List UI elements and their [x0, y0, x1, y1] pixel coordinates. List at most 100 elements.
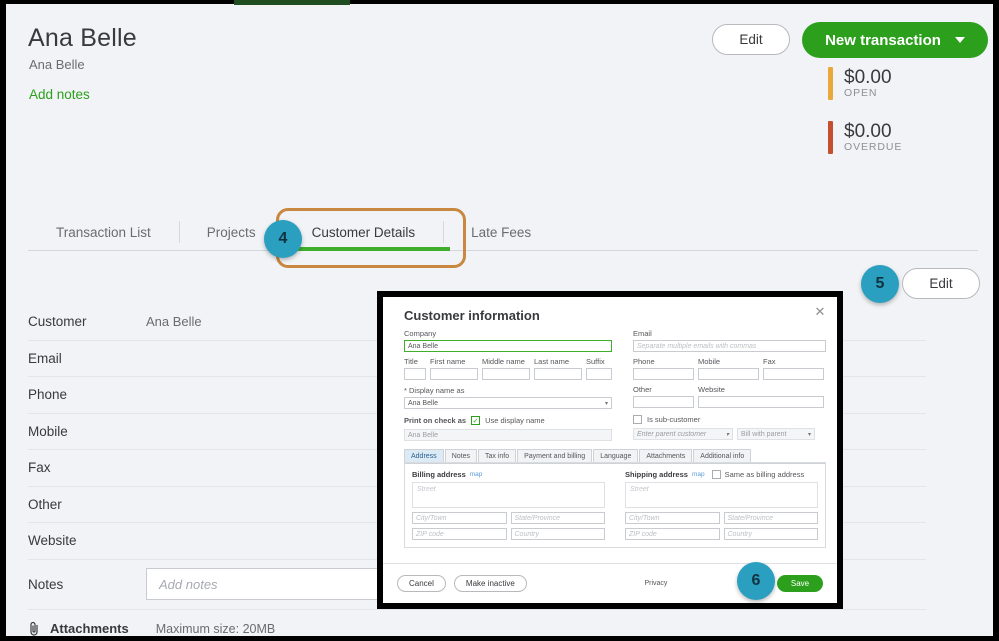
tab-transaction-list[interactable]: Transaction List — [28, 214, 179, 250]
middle-name-input[interactable] — [482, 368, 530, 380]
overdue-color-bar — [828, 121, 833, 154]
save-button[interactable]: Save — [777, 575, 823, 592]
mobile-input[interactable] — [698, 368, 759, 380]
modal-tab-attachments[interactable]: Attachments — [639, 449, 693, 463]
modal-tab-label: Language — [600, 453, 632, 460]
shipping-address-heading: Shipping address — [625, 470, 688, 479]
shipping-state-input[interactable]: State/Province — [723, 512, 818, 524]
shipping-street-input[interactable]: Street — [625, 482, 818, 508]
cancel-button[interactable]: Cancel — [397, 575, 446, 592]
last-name-input[interactable] — [534, 368, 582, 380]
display-name-select[interactable]: Ana Belle ▾ — [404, 397, 612, 409]
is-sub-customer-label: Is sub-customer — [647, 415, 701, 424]
notes-input[interactable]: Add notes — [146, 568, 408, 600]
website-label: Website — [698, 385, 725, 394]
billing-street-input[interactable]: Street — [412, 482, 605, 508]
shipping-zip-placeholder: ZIP code — [629, 530, 657, 538]
print-on-check-value: Ana Belle — [408, 431, 438, 439]
parent-customer-row: Enter parent customer ▾ Bill with parent… — [633, 428, 826, 440]
tab-label: Late Fees — [471, 224, 532, 240]
modal-tab-language[interactable]: Language — [593, 449, 639, 463]
modal-left-column: Company Ana Belle Title First name Middl… — [404, 329, 612, 441]
billing-address-group: Billing address map Street City/Town Sta… — [412, 470, 605, 540]
tab-label: Customer Details — [311, 224, 416, 240]
open-label: OPEN — [844, 87, 878, 100]
overdue-amount: $0.00 — [844, 120, 892, 142]
close-icon[interactable]: ✕ — [813, 304, 827, 319]
add-notes-link[interactable]: Add notes — [29, 87, 90, 102]
same-as-billing-label: Same as billing address — [724, 470, 805, 479]
other-input[interactable] — [633, 396, 694, 408]
title-label: Title — [404, 357, 418, 366]
detail-label: Email — [28, 350, 62, 366]
attachments-max-size: Maximum size: 20MB — [155, 621, 276, 636]
cancel-label: Cancel — [409, 579, 434, 588]
is-sub-customer-row: Is sub-customer — [633, 415, 826, 424]
shipping-country-input[interactable]: Country — [723, 528, 818, 540]
badge-number: 5 — [875, 275, 885, 292]
other-label: Other — [633, 385, 652, 394]
header-edit-button[interactable]: Edit — [712, 24, 790, 55]
modal-tab-address[interactable]: Address — [404, 449, 444, 463]
print-on-check-input[interactable]: Ana Belle — [404, 429, 612, 441]
tab-late-fees[interactable]: Late Fees — [443, 214, 559, 250]
billing-map-link[interactable]: map — [470, 471, 483, 478]
details-edit-button[interactable]: Edit — [902, 268, 980, 299]
detail-label: Website — [28, 533, 77, 549]
billing-zip-input[interactable]: ZIP code — [412, 528, 507, 540]
parent-customer-select[interactable]: Enter parent customer ▾ — [633, 428, 733, 440]
email-input[interactable]: Separate multiple emails with commas — [633, 340, 826, 352]
email-placeholder: Separate multiple emails with commas — [637, 342, 757, 350]
shipping-city-placeholder: City/Town — [629, 514, 660, 522]
phone-label: Phone — [633, 357, 655, 366]
website-input[interactable] — [698, 396, 824, 408]
suffix-input[interactable] — [586, 368, 612, 380]
display-name-label: * Display name as — [404, 386, 465, 395]
company-input[interactable]: Ana Belle — [404, 340, 612, 352]
is-sub-customer-checkbox[interactable] — [633, 415, 642, 424]
modal-tab-payment-and-billing[interactable]: Payment and billing — [517, 449, 593, 463]
privacy-link[interactable]: Privacy — [644, 580, 667, 587]
modal-tab-additional-info[interactable]: Additional info — [693, 449, 752, 463]
detail-value: Ana Belle — [146, 314, 202, 330]
shipping-city-input[interactable]: City/Town — [625, 512, 720, 524]
top-green-bar — [234, 0, 350, 5]
shipping-map-link[interactable]: map — [692, 471, 705, 478]
notes-placeholder: Add notes — [159, 576, 218, 592]
billing-country-input[interactable]: Country — [510, 528, 605, 540]
parent-customer-placeholder: Enter parent customer — [637, 430, 707, 438]
billing-city-placeholder: City/Town — [416, 514, 447, 522]
shipping-zip-input[interactable]: ZIP code — [625, 528, 720, 540]
modal-tab-tax-info[interactable]: Tax info — [477, 449, 517, 463]
phone-input[interactable] — [633, 368, 694, 380]
new-transaction-label: New transaction — [825, 31, 941, 49]
same-as-billing-checkbox[interactable] — [711, 470, 721, 479]
modal-tab-notes[interactable]: Notes — [444, 449, 477, 463]
detail-label: Notes — [28, 576, 64, 592]
title-input[interactable] — [404, 368, 426, 380]
billing-city-input[interactable]: City/Town — [412, 512, 507, 524]
fax-input[interactable] — [763, 368, 824, 380]
detail-label: Phone — [28, 387, 68, 403]
new-transaction-button[interactable]: New transaction — [802, 22, 988, 58]
first-name-input[interactable] — [430, 368, 478, 380]
print-on-check-row: Print on check as ✓ Use display name — [404, 416, 612, 425]
open-color-bar — [828, 67, 833, 100]
shipping-address-group: Shipping address map Same as billing add… — [625, 470, 818, 540]
modal-tab-label: Tax info — [484, 453, 510, 460]
tab-bar: Transaction List Projects Customer Detai… — [28, 214, 978, 250]
billing-state-input[interactable]: State/Province — [510, 512, 605, 524]
make-inactive-button[interactable]: Make inactive — [453, 575, 527, 592]
tab-customer-details[interactable]: Customer Details — [283, 214, 444, 250]
company-label: Company — [404, 329, 437, 338]
use-display-name-checkbox[interactable]: ✓ — [471, 416, 481, 425]
customer-information-modal: Customer information ✕ Company Ana Belle… — [377, 291, 843, 609]
email-label: Email — [633, 329, 652, 338]
use-display-name-label: Use display name — [485, 416, 545, 425]
modal-tab-label: Payment and billing — [524, 453, 586, 460]
attachments-section: Attachments Maximum size: 20MB — [28, 621, 275, 636]
badge-number: 4 — [278, 230, 288, 247]
app-page: Ana Belle Ana Belle Add notes Edit New t… — [0, 0, 999, 641]
privacy-label: Privacy — [644, 580, 668, 587]
bill-with-parent-select[interactable]: Bill with parent ▾ — [737, 428, 815, 440]
